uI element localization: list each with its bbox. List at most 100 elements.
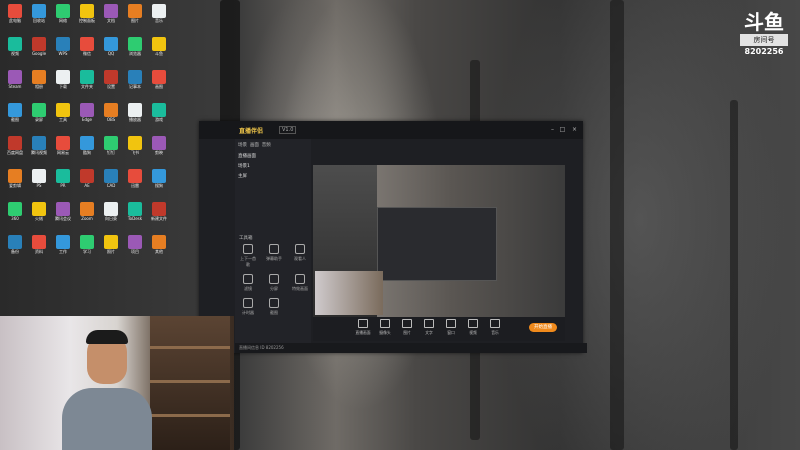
close-icon[interactable]: × bbox=[571, 126, 578, 133]
scene-item[interactable]: 直播画面 bbox=[235, 151, 311, 161]
tab-scene[interactable]: 场景 bbox=[238, 143, 247, 148]
desktop-icon[interactable]: 网络 bbox=[52, 4, 74, 23]
desktop-icon-label: 向日葵 bbox=[105, 216, 117, 221]
minimize-icon[interactable]: – bbox=[549, 126, 556, 133]
add-scene-button[interactable]: 直播画面 bbox=[353, 319, 373, 336]
rock-crack bbox=[610, 0, 624, 450]
scene-tabs: 场景 画面 音频 bbox=[235, 139, 311, 151]
desktop-icon[interactable]: 下载 bbox=[52, 70, 74, 89]
tool-screenshot[interactable]: 截图 bbox=[265, 298, 283, 316]
desktop-icon-label: 浏览器 bbox=[129, 51, 141, 56]
desktop-icon[interactable]: 录屏 bbox=[28, 103, 50, 122]
add-text-button[interactable]: 文字 bbox=[419, 319, 439, 336]
desktop-icon[interactable]: WPS bbox=[52, 37, 74, 56]
app-icon bbox=[32, 4, 46, 18]
desktop-icon[interactable]: 斗鱼 bbox=[148, 37, 170, 56]
desktop-icon[interactable]: 钉钉 bbox=[100, 136, 122, 155]
add-image-button[interactable]: 图片 bbox=[397, 319, 417, 336]
desktop-icon[interactable]: 其他 bbox=[148, 235, 170, 254]
start-live-button[interactable]: 开始直播 bbox=[529, 323, 557, 332]
add-music-button[interactable]: 音乐 bbox=[485, 319, 505, 336]
desktop-icon[interactable]: 腾讯会议 bbox=[52, 202, 74, 221]
desktop-icon[interactable]: 音乐 bbox=[148, 4, 170, 23]
desktop-icon[interactable]: 视频 bbox=[4, 37, 26, 56]
desktop-icon[interactable]: 网易云 bbox=[52, 136, 74, 155]
tool-timer[interactable]: 计时器 bbox=[239, 298, 257, 316]
app-icon bbox=[56, 235, 70, 249]
tool-music[interactable]: 上下一首歌 bbox=[239, 244, 257, 268]
desktop-icon[interactable]: 新建文件 bbox=[148, 202, 170, 221]
desktop-icon[interactable]: 资料 bbox=[28, 235, 50, 254]
desktop-icon[interactable]: 向日葵 bbox=[100, 202, 122, 221]
desktop-icon[interactable]: 微信 bbox=[76, 37, 98, 56]
desktop-icon[interactable]: ToDesk bbox=[124, 202, 146, 221]
desktop-icon[interactable]: Edge bbox=[76, 103, 98, 122]
desktop-icon[interactable]: 飞书 bbox=[124, 136, 146, 155]
desktop-icon[interactable]: 画图 bbox=[148, 70, 170, 89]
tool-split[interactable]: 分屏 bbox=[265, 274, 283, 292]
desktop-icon[interactable]: 播放器 bbox=[124, 103, 146, 122]
desktop-icon[interactable]: 游戏 bbox=[148, 103, 170, 122]
app-icon bbox=[104, 70, 118, 84]
scene-item[interactable]: 主屏 bbox=[235, 171, 311, 181]
desktop-icon[interactable]: 360 bbox=[4, 202, 26, 221]
desktop-icon[interactable]: PR bbox=[52, 169, 74, 188]
desktop-icon[interactable]: Google bbox=[28, 37, 50, 56]
desktop-icon-label: 播放器 bbox=[129, 117, 141, 122]
add-camera-button[interactable]: 摄像头 bbox=[375, 319, 395, 336]
tool-danmu[interactable]: 弹幕助手 bbox=[265, 244, 283, 268]
desktop-icon-label: 此电脑 bbox=[9, 18, 21, 23]
desktop-icon[interactable]: CAD bbox=[100, 169, 122, 188]
desktop-icon[interactable]: 图片 bbox=[124, 4, 146, 23]
desktop-icon[interactable]: Zoom bbox=[76, 202, 98, 221]
tool-viewers[interactable]: 观看人 bbox=[291, 244, 309, 268]
add-video-button[interactable]: 视频 bbox=[463, 319, 483, 336]
desktop-icon[interactable]: PS bbox=[28, 169, 50, 188]
app-icon bbox=[152, 103, 166, 117]
app-name: 直播伴侣 bbox=[239, 128, 264, 135]
maximize-icon[interactable]: □ bbox=[559, 126, 566, 133]
desktop-icon-label: 工具 bbox=[59, 117, 67, 122]
desktop-icon[interactable]: 回收站 bbox=[28, 4, 50, 23]
add-window-button[interactable]: 窗口 bbox=[441, 319, 461, 336]
desktop-icon[interactable]: 文档 bbox=[100, 4, 122, 23]
desktop-icon[interactable]: 记事本 bbox=[124, 70, 146, 89]
desktop-icon-label: ToDesk bbox=[127, 216, 143, 221]
desktop-icon[interactable]: 百度网盘 bbox=[4, 136, 26, 155]
tab-picture[interactable]: 画面 bbox=[250, 143, 259, 148]
desktop-icon[interactable]: 爱剪辑 bbox=[4, 169, 26, 188]
desktop-icon[interactable]: 设置 bbox=[100, 70, 122, 89]
desktop-icon[interactable]: 搜狗 bbox=[148, 169, 170, 188]
desktop-icon-label: 剪映 bbox=[155, 150, 163, 155]
desktop-icon-label: CAD bbox=[106, 183, 116, 188]
desktop-icon[interactable]: 学习 bbox=[76, 235, 98, 254]
desktop-icon-label: Steam bbox=[8, 84, 22, 89]
app-icon bbox=[32, 103, 46, 117]
desktop-icon-label: 录屏 bbox=[35, 117, 43, 122]
desktop-icon[interactable]: 备份 bbox=[4, 235, 26, 254]
desktop-icon[interactable]: 控制面板 bbox=[76, 4, 98, 23]
desktop-icon[interactable]: 迅雷 bbox=[124, 169, 146, 188]
desktop-icon[interactable]: OBS bbox=[100, 103, 122, 122]
desktop-icon[interactable]: 截图 bbox=[4, 103, 26, 122]
tool-effects[interactable]: 特效画面 bbox=[291, 274, 309, 292]
desktop-icon[interactable]: 火绒 bbox=[28, 202, 50, 221]
desktop-icon[interactable]: 此电脑 bbox=[4, 4, 26, 23]
tool-filter[interactable]: 滤镜 bbox=[239, 274, 257, 292]
desktop-icon[interactable]: 相册 bbox=[28, 70, 50, 89]
desktop-icon[interactable]: 工具 bbox=[52, 103, 74, 122]
desktop-icon[interactable]: 项目 bbox=[124, 235, 146, 254]
desktop-icon[interactable]: 浏览器 bbox=[124, 37, 146, 56]
desktop-icon[interactable]: 剪映 bbox=[148, 136, 170, 155]
scene-item[interactable]: 场景1 bbox=[235, 161, 311, 171]
desktop-icon[interactable]: 酷狗 bbox=[76, 136, 98, 155]
desktop-icon[interactable]: 腾讯视频 bbox=[28, 136, 50, 155]
desktop-icon[interactable]: 工作 bbox=[52, 235, 74, 254]
desktop-icon[interactable]: AE bbox=[76, 169, 98, 188]
desktop-icon[interactable]: Steam bbox=[4, 70, 26, 89]
desktop-icon[interactable]: 照片 bbox=[100, 235, 122, 254]
desktop-icon-label: 截图 bbox=[11, 117, 19, 122]
tab-audio[interactable]: 音频 bbox=[262, 143, 271, 148]
desktop-icon[interactable]: QQ bbox=[100, 37, 122, 56]
desktop-icon[interactable]: 文件夹 bbox=[76, 70, 98, 89]
